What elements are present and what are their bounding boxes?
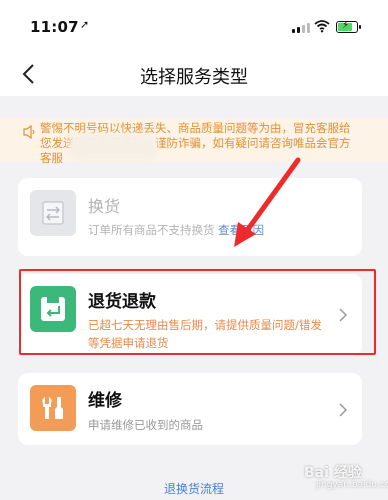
service-description: 申请维修已收到的商品 [88,418,203,432]
service-description: 订单所有商品不支持换货 查看原因 [88,221,264,239]
watermark-url: jingyan.baidu.com [316,480,388,490]
page-title: 选择服务类型 [140,67,248,88]
cellular-signal-icon [292,22,310,33]
repair-tools-icon [30,385,76,431]
battery-charging-icon: ⚡ [336,20,361,33]
exchange-box-icon [30,190,76,236]
service-exchange-card: 换货 订单所有商品不支持换货 查看原因 [18,178,362,256]
view-reason-link[interactable]: 查看原因 [218,223,264,237]
status-time: 11:07 [30,18,79,36]
service-title: 维修 [88,391,122,411]
chevron-right-icon [339,403,348,417]
wifi-icon [314,20,330,33]
annotation-highlight-box [19,269,376,355]
warning-icon [23,125,35,139]
nav-bar: 选择服务类型 [0,52,388,96]
status-bar: 11:07 ➚ ⚡ [0,0,388,52]
service-repair-card[interactable]: 维修 申请维修已收到的商品 [18,373,362,445]
service-title: 换货 [88,197,121,216]
location-arrow-icon: ➚ [80,18,90,31]
screen: 11:07 ➚ ⚡ 选择服务类型 警惕不明号码以快递丢失、商品质量问题等为由，冒… [0,0,388,500]
watermark-logo: Bai 经验 [304,465,362,481]
exchange-unavailable-text: 订单所有商品不支持换货 [88,223,215,237]
fraud-warning-banner: 警惕不明号码以快递丢失、商品质量问题等为由，冒充客服给您发送链接办理退款，谨防诈… [0,118,388,165]
redacted-area [68,134,158,160]
